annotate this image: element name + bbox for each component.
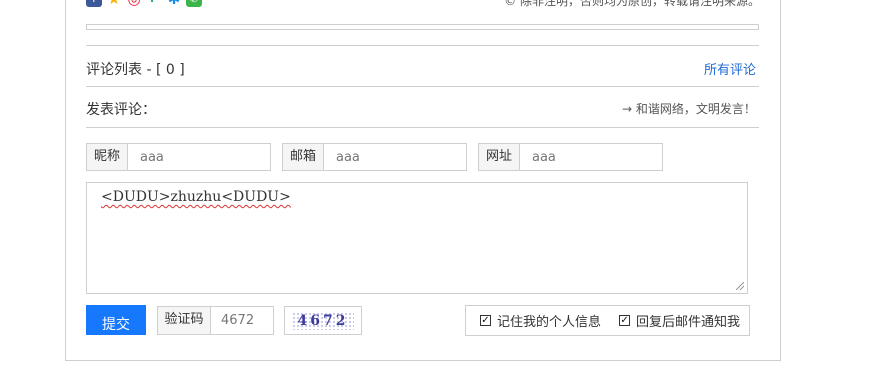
email-input[interactable] (324, 144, 466, 170)
email-label: 邮箱 (283, 144, 324, 170)
resize-grip-icon[interactable] (736, 282, 744, 290)
comment-list-title: 评论列表 - [ 0 ] (86, 62, 185, 78)
divider (86, 86, 759, 87)
facebook-icon[interactable]: f (86, 0, 102, 7)
comment-text: <DUDU>zhuzhu<DUDU> (101, 189, 291, 205)
divider-box (86, 24, 759, 30)
remember-info-option[interactable]: ✓ 记住我的个人信息 (480, 311, 601, 330)
star-icon[interactable]: ★ (106, 0, 122, 7)
divider (86, 127, 759, 128)
email-notify-option[interactable]: ✓ 回复后邮件通知我 (619, 311, 740, 330)
notify-checkbox[interactable]: ✓ (619, 315, 631, 326)
nickname-input[interactable] (128, 144, 270, 170)
website-input[interactable] (520, 144, 662, 170)
captcha-code: 4672 (292, 311, 354, 330)
submit-button[interactable]: 提交 (86, 305, 146, 335)
nickname-field-group: 昵称 (86, 143, 271, 171)
slogan-text: → 和谐网络，文明发言！ (622, 102, 756, 116)
website-label: 网址 (479, 144, 520, 170)
captcha-label: 验证码 (158, 307, 211, 334)
captcha-field-group: 验证码 (157, 306, 274, 335)
comment-options: ✓ 记住我的个人信息 ✓ 回复后邮件通知我 (465, 305, 750, 336)
divider (86, 45, 759, 46)
copyright-notice: © 除非注明，否则均为原创，转载请注明来源。 (504, 0, 760, 8)
notify-label: 回复后邮件通知我 (636, 315, 741, 330)
qzone-icon[interactable]: ✱ (166, 0, 182, 7)
website-field-group: 网址 (478, 143, 663, 171)
all-comments-link[interactable]: 所有评论 (704, 59, 756, 78)
remember-label: 记住我的个人信息 (497, 315, 602, 330)
share-bar: f ★ ◎ P ✱ ✆ (86, 0, 202, 7)
captcha-input[interactable] (211, 307, 273, 334)
captcha-image[interactable]: 4672 (284, 306, 362, 335)
remember-checkbox[interactable]: ✓ (480, 315, 491, 326)
nickname-label: 昵称 (87, 144, 128, 170)
comment-textarea[interactable]: <DUDU>zhuzhu<DUDU> (86, 182, 748, 294)
weibo-icon[interactable]: ◎ (126, 0, 142, 7)
tencent-icon[interactable]: P (146, 0, 162, 7)
wechat-icon[interactable]: ✆ (186, 0, 202, 7)
email-field-group: 邮箱 (282, 143, 467, 171)
post-comment-title: 发表评论： (86, 102, 156, 118)
